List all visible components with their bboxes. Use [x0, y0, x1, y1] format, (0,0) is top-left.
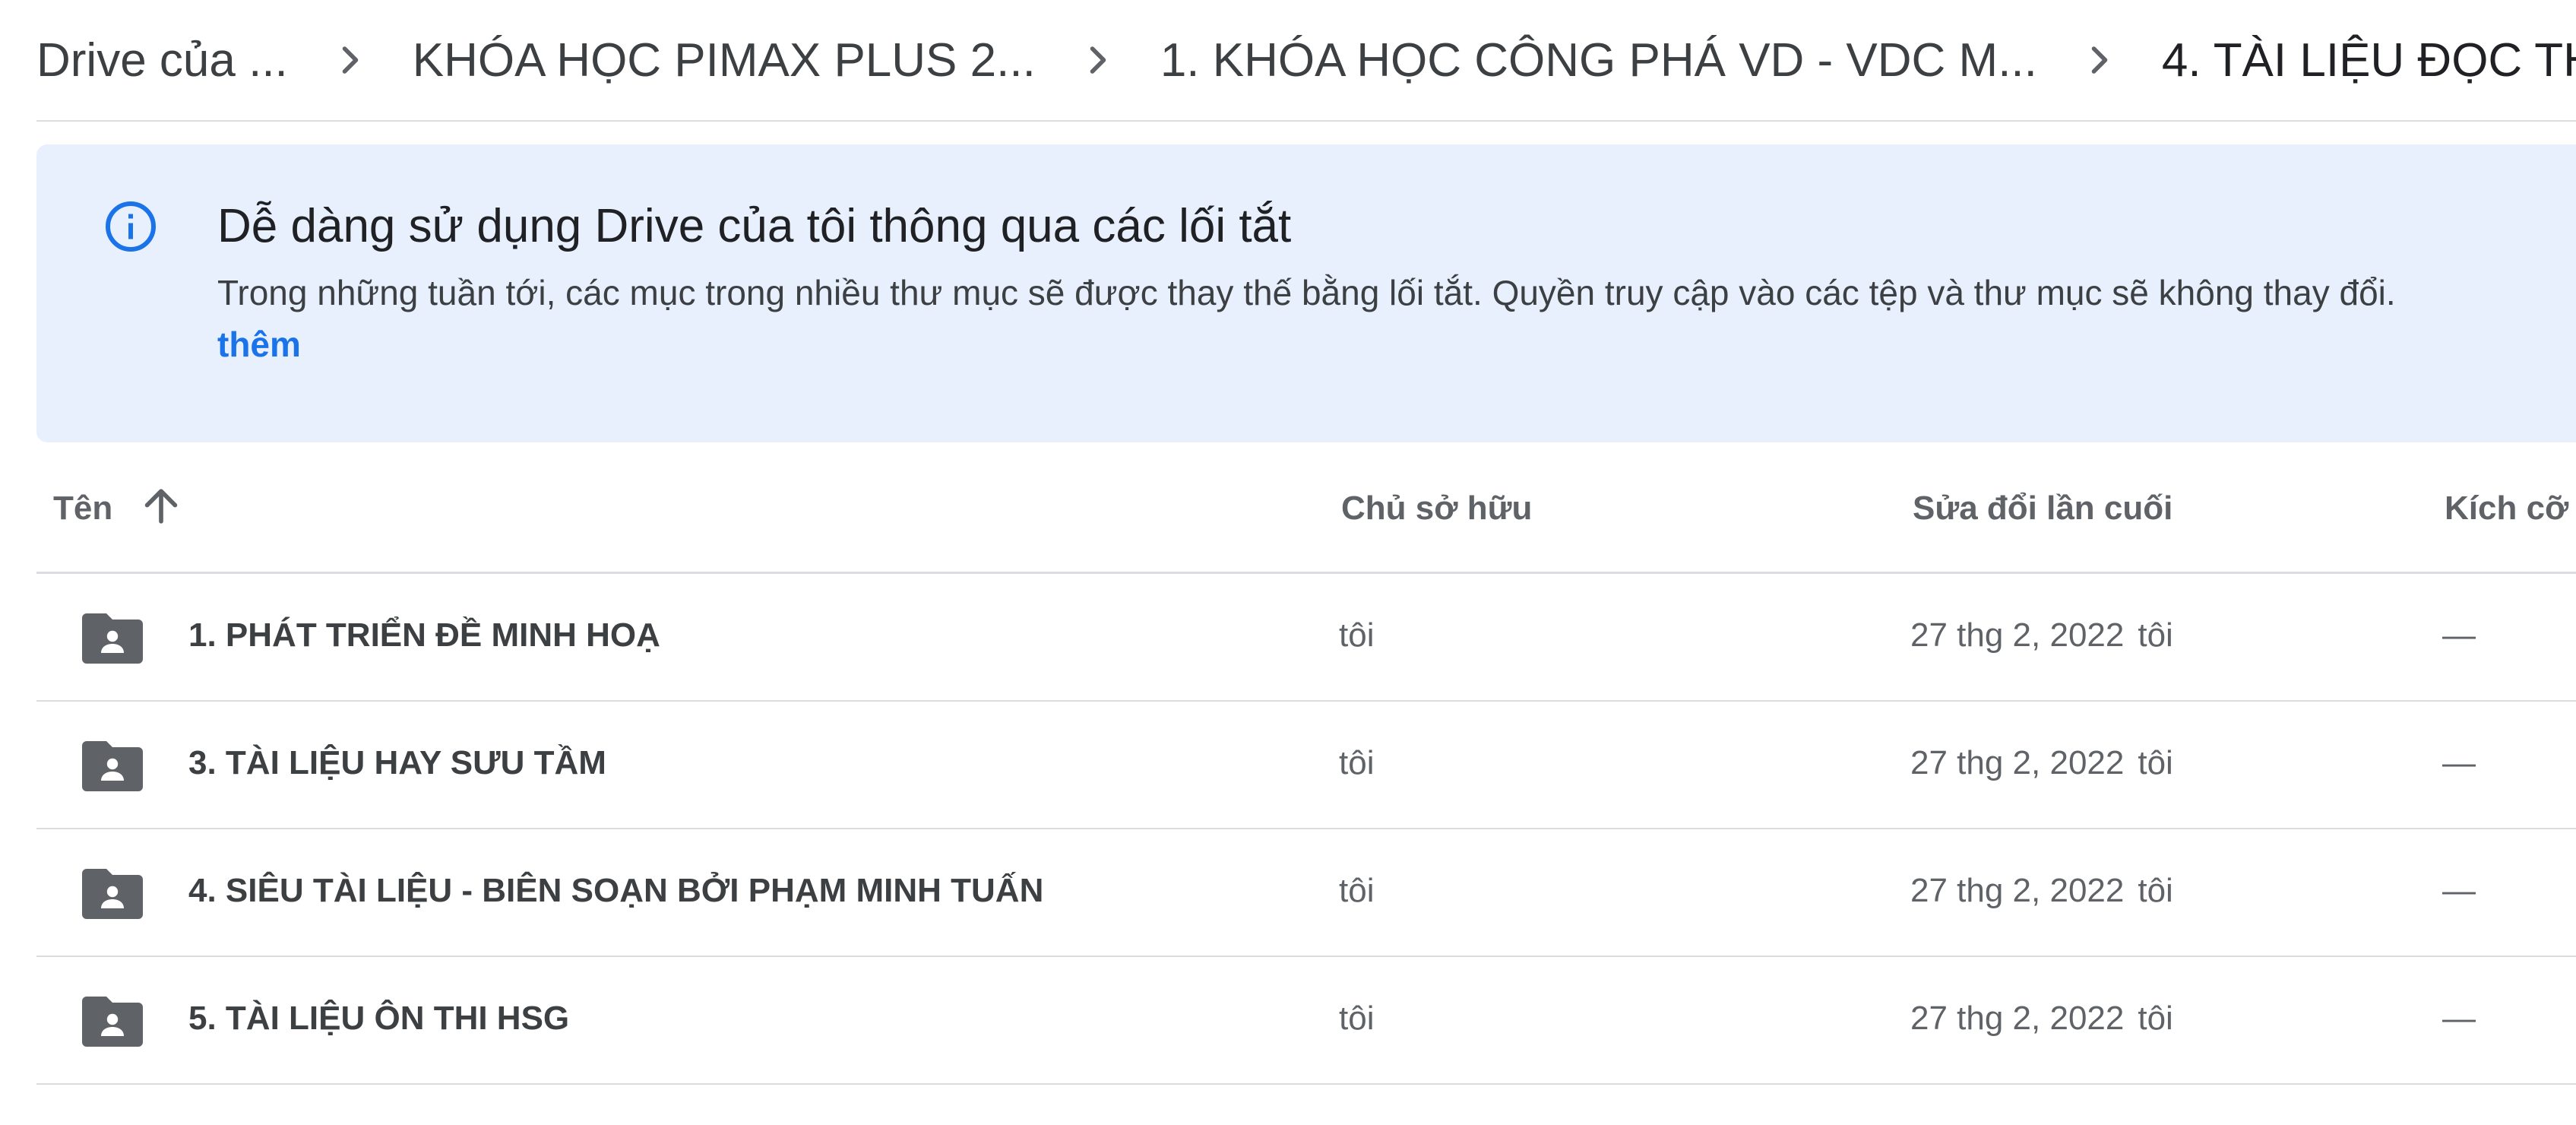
file-name: 3. TÀI LIỆU HAY SƯU TẦM	[188, 744, 606, 781]
banner-description: Trong những tuần tới, các mục trong nhiề…	[217, 273, 2396, 312]
file-name: 5. TÀI LIỆU ÔN THI HSG	[188, 1000, 570, 1037]
file-owner: tôi	[1339, 616, 1375, 654]
breadcrumb-item-current-folder[interactable]: 4. TÀI LIỆU ĐỌC TH...	[2139, 23, 2576, 98]
table-row[interactable]: 1. PHÁT TRIỂN ĐỀ MINH HOẠ tôi 27 thg 2, …	[36, 574, 2576, 702]
file-owner: tôi	[1339, 1000, 1375, 1037]
modified-by: tôi	[2138, 616, 2173, 654]
column-header-file-size[interactable]: Kích cỡ t	[2445, 490, 2576, 528]
chevron-right-icon	[328, 37, 373, 83]
shared-folder-icon	[82, 995, 143, 1047]
file-owner: tôi	[1339, 744, 1375, 781]
arrow-up-icon[interactable]	[135, 480, 187, 532]
file-size: —	[2442, 616, 2476, 654]
shared-folder-icon	[82, 740, 143, 791]
breadcrumb-item-my-drive[interactable]: Drive của ...	[36, 23, 311, 98]
modified-date: 27 thg 2, 2022	[1910, 1000, 2125, 1037]
modified-date: 27 thg 2, 2022	[1910, 744, 2125, 781]
column-header-last-modified[interactable]: Sửa đổi lần cuối	[1913, 490, 2173, 528]
banner-title: Dễ dàng sử dụng Drive của tôi thông qua …	[217, 200, 1292, 252]
file-size: —	[2442, 1000, 2476, 1037]
table-row[interactable]: 4. SIÊU TÀI LIỆU - BIÊN SOẠN BỞI PHẠM MI…	[36, 829, 2576, 957]
column-header-name[interactable]: Tên	[53, 490, 112, 528]
file-name: 4. SIÊU TÀI LIỆU - BIÊN SOẠN BỞI PHẠM MI…	[188, 872, 1044, 909]
file-owner: tôi	[1339, 872, 1375, 909]
file-last-modified: 27 thg 2, 2022 tôi	[1910, 744, 2173, 782]
file-list-header: Tên Chủ sở hữu Sửa đổi lần cuối Kích cỡ …	[36, 442, 2576, 574]
modified-by: tôi	[2138, 1000, 2173, 1037]
modified-date: 27 thg 2, 2022	[1910, 872, 2125, 909]
shared-folder-icon	[82, 612, 143, 664]
breadcrumb: Drive của ... KHÓA HỌC PIMAX PLUS 2... 1…	[36, 0, 2576, 122]
file-last-modified: 27 thg 2, 2022 tôi	[1910, 872, 2173, 910]
info-icon	[103, 199, 158, 254]
chevron-right-icon	[1075, 37, 1121, 83]
chevron-right-icon	[2077, 37, 2122, 83]
shared-folder-icon	[82, 867, 143, 919]
drive-folder-view: Drive của ... KHÓA HỌC PIMAX PLUS 2... 1…	[0, 0, 2576, 1125]
file-name: 1. PHÁT TRIỂN ĐỀ MINH HOẠ	[188, 616, 660, 654]
learn-more-link[interactable]: thêm	[217, 324, 301, 365]
modified-by: tôi	[2138, 872, 2173, 909]
table-row[interactable]: 3. TÀI LIỆU HAY SƯU TẦM tôi 27 thg 2, 20…	[36, 702, 2576, 829]
column-header-owner[interactable]: Chủ sở hữu	[1341, 490, 1532, 528]
file-last-modified: 27 thg 2, 2022 tôi	[1910, 616, 2173, 654]
modified-date: 27 thg 2, 2022	[1910, 616, 2125, 654]
file-size: —	[2442, 872, 2476, 909]
file-size: —	[2442, 744, 2476, 781]
breadcrumb-item-course[interactable]: KHÓA HỌC PIMAX PLUS 2...	[390, 23, 1059, 98]
file-last-modified: 27 thg 2, 2022 tôi	[1910, 1000, 2173, 1038]
shortcuts-info-banner: Dễ dàng sử dụng Drive của tôi thông qua …	[36, 144, 2576, 442]
modified-by: tôi	[2138, 744, 2173, 781]
table-row[interactable]: 5. TÀI LIỆU ÔN THI HSG tôi 27 thg 2, 202…	[36, 957, 2576, 1085]
breadcrumb-item-subcourse[interactable]: 1. KHÓA HỌC CÔNG PHÁ VD - VDC M...	[1138, 23, 2060, 98]
